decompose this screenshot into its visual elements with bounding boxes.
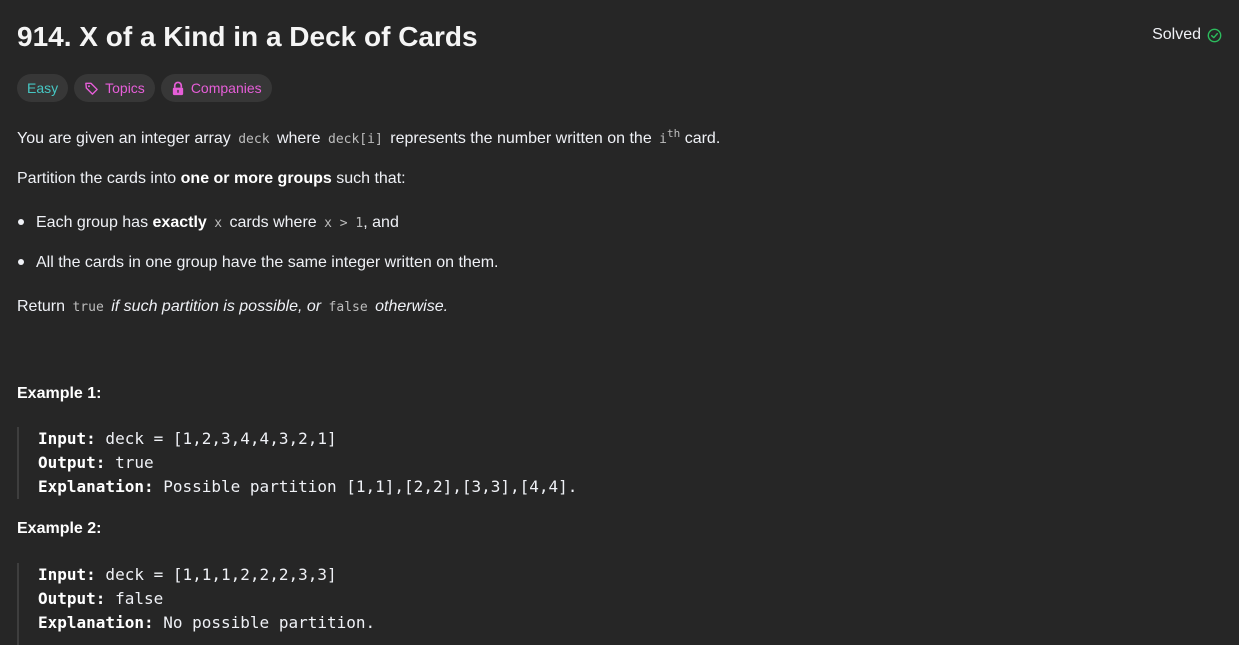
example-block: Input: deck = [1,2,3,4,4,3,2,1] Output: t…: [17, 427, 577, 499]
description-paragraph: Return true if such partition is possibl…: [17, 298, 449, 315]
inline-code: deck[i]: [328, 132, 383, 147]
companies-button[interactable]: Companies: [160, 74, 272, 102]
tag-bar: Easy Topics Companies: [17, 74, 272, 102]
example-explanation-line: Explanation: Possible partition [1,1],[2…: [38, 477, 578, 496]
problem-title[interactable]: 914. X of a Kind in a Deck of Cards: [17, 17, 478, 57]
bullet: [18, 258, 24, 265]
solved-label: Solved: [1152, 26, 1201, 43]
inline-code: true: [72, 300, 104, 315]
bullet: [18, 218, 24, 225]
title-row: 914. X of a Kind in a Deck of Cards Solv…: [17, 17, 1222, 57]
inline-code: deck: [238, 132, 270, 147]
example-block: Input: deck = [1,1,1,2,2,2,3,3] Output: f…: [17, 563, 375, 645]
inline-code: i: [659, 132, 667, 147]
description-paragraph: Partition the cards into one or more gro…: [17, 170, 406, 187]
tag-icon: [84, 81, 99, 96]
example-explanation-line: Explanation: No possible partition.: [38, 613, 376, 632]
example-output-line: Output: false: [38, 589, 164, 608]
topics-button[interactable]: Topics: [74, 74, 155, 102]
difficulty-label: Easy: [27, 80, 59, 96]
list-item: Each group has exactly x cards where x >…: [17, 211, 399, 236]
example-input-line: Input: deck = [1,2,3,4,4,3,2,1]: [38, 429, 337, 448]
topics-label: Topics: [105, 80, 145, 96]
example-title: Example 2:: [17, 520, 102, 537]
example-output-line: Output: true: [38, 453, 154, 472]
inline-code: x > 1: [324, 216, 364, 231]
difficulty-badge: Easy: [17, 74, 69, 102]
example-input-line: Input: deck = [1,1,1,2,2,2,3,3]: [38, 565, 337, 584]
superscript: th: [667, 127, 681, 140]
example-title: Example 1:: [17, 385, 102, 402]
inline-code: false: [328, 300, 368, 315]
companies-label: Companies: [190, 80, 262, 96]
description-paragraph: You are given an integer array deck wher…: [17, 127, 721, 147]
lock-icon: [171, 81, 185, 96]
solved-status: Solved: [1152, 26, 1222, 44]
check-circle-icon: [1207, 28, 1222, 43]
list-item: All the cards in one group have the same…: [17, 251, 498, 275]
inline-code: x: [214, 216, 223, 231]
